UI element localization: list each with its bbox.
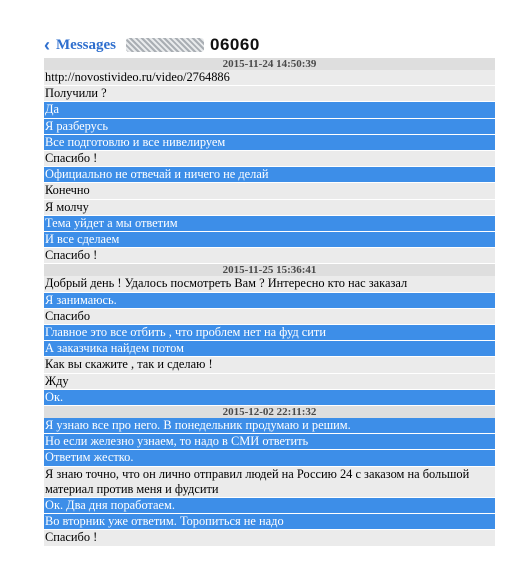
message-thread: 2015-11-24 14:50:39 http://novostivideo.r… bbox=[44, 58, 495, 547]
incoming-message: Конечно bbox=[44, 183, 495, 200]
incoming-message: Спасибо ! bbox=[44, 530, 495, 547]
outgoing-message: Главное это все отбить , что проблем нет… bbox=[44, 325, 495, 342]
outgoing-message: Я узнаю все про него. В понедельник прод… bbox=[44, 418, 495, 435]
outgoing-message: Да bbox=[44, 102, 495, 119]
back-button[interactable]: Messages bbox=[56, 37, 116, 54]
chevron-left-icon[interactable]: ‹ bbox=[44, 36, 50, 54]
incoming-message: Спасибо ! bbox=[44, 151, 495, 168]
conversation-header: ‹ Messages 06060 bbox=[44, 34, 484, 56]
redacted-contact-number bbox=[126, 38, 204, 52]
outgoing-message: Но если железно узнаем, то надо в СМИ от… bbox=[44, 434, 495, 451]
outgoing-message: Все подготовлю и все нивелируем bbox=[44, 134, 495, 152]
outgoing-message: А заказчика найдем потом bbox=[44, 341, 495, 358]
outgoing-message: Во вторник уже ответим. Торопиться не на… bbox=[44, 514, 495, 531]
outgoing-message: Ответим жестко. bbox=[44, 450, 495, 467]
outgoing-message: Официально не отвечай и ничего не делай bbox=[44, 167, 495, 184]
incoming-message: Как вы скажите , так и сделаю ! bbox=[44, 357, 495, 374]
message-timestamp: 2015-12-02 22:11:32 bbox=[44, 406, 495, 419]
message-timestamp: 2015-11-25 15:36:41 bbox=[44, 264, 495, 277]
outgoing-message: Я разберусь bbox=[44, 118, 495, 135]
contact-number: 06060 bbox=[210, 35, 260, 54]
outgoing-message: Ок. bbox=[44, 389, 495, 407]
incoming-message: Я молчу bbox=[44, 199, 495, 216]
incoming-message: Добрый день ! Удалось посмотреть Вам ? И… bbox=[44, 276, 495, 293]
incoming-message: Я знаю точно, что он лично отправил люде… bbox=[44, 466, 495, 499]
message-timestamp: 2015-11-24 14:50:39 bbox=[44, 58, 495, 70]
outgoing-message: И все сделаем bbox=[44, 232, 495, 249]
incoming-message: Спасибо ! bbox=[44, 248, 495, 265]
outgoing-message: Я занимаюсь. bbox=[44, 292, 495, 309]
incoming-message: Жду bbox=[44, 373, 495, 390]
incoming-message: Получили ? bbox=[44, 86, 495, 103]
outgoing-message: Ок. Два дня поработаем. bbox=[44, 498, 495, 515]
incoming-message: http://novostivideo.ru/video/2764886 bbox=[44, 70, 495, 87]
incoming-message: Спасибо bbox=[44, 308, 495, 326]
outgoing-message: Тема уйдет а мы ответим bbox=[44, 215, 495, 233]
